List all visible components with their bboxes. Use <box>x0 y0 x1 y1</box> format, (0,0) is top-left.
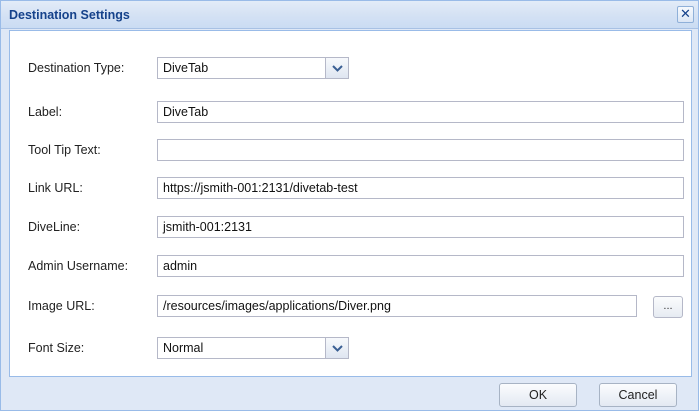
dialog-footer: OK Cancel <box>1 377 698 410</box>
chevron-down-icon <box>332 65 343 72</box>
ok-button[interactable]: OK <box>499 383 577 407</box>
close-icon: ✕ <box>680 6 691 21</box>
destination-settings-dialog: Destination Settings ✕ Destination Type:… <box>0 0 699 411</box>
label-row: Label: DiveTab <box>10 101 691 123</box>
diveline-label: DiveLine: <box>28 220 81 234</box>
font-size-dropdown-button[interactable] <box>325 337 349 359</box>
font-size-select[interactable]: Normal <box>157 337 349 359</box>
link-url-input[interactable]: https://jsmith-001:2131/divetab-test <box>157 177 684 199</box>
destination-type-label: Destination Type: <box>28 61 125 75</box>
label-input[interactable]: DiveTab <box>157 101 684 123</box>
tooltip-label: Tool Tip Text: <box>28 143 101 157</box>
label-field-label: Label: <box>28 105 63 119</box>
cancel-button[interactable]: Cancel <box>599 383 677 407</box>
admin-username-label: Admin Username: <box>28 259 129 273</box>
admin-username-input[interactable]: admin <box>157 255 684 277</box>
dialog-titlebar[interactable]: Destination Settings ✕ <box>1 1 698 29</box>
link-url-label: Link URL: <box>28 181 83 195</box>
admin-username-row: Admin Username: admin <box>10 255 691 277</box>
diveline-input[interactable]: jsmith-001:2131 <box>157 216 684 238</box>
form-panel: Destination Type: DiveTab Label: DiveTab… <box>9 30 692 377</box>
dialog-title: Destination Settings <box>9 8 130 22</box>
link-url-row: Link URL: https://jsmith-001:2131/diveta… <box>10 177 691 199</box>
tooltip-row: Tool Tip Text: <box>10 139 691 161</box>
diveline-row: DiveLine: jsmith-001:2131 <box>10 216 691 238</box>
destination-type-row: Destination Type: DiveTab <box>10 57 691 79</box>
image-url-input[interactable]: /resources/images/applications/Diver.png <box>157 295 637 317</box>
image-url-label: Image URL: <box>28 299 95 313</box>
close-button[interactable]: ✕ <box>677 6 694 23</box>
font-size-row: Font Size: Normal <box>10 337 691 359</box>
tooltip-input[interactable] <box>157 139 684 161</box>
browse-image-button[interactable]: ... <box>653 296 683 318</box>
destination-type-select[interactable]: DiveTab <box>157 57 349 79</box>
font-size-label: Font Size: <box>28 341 85 355</box>
destination-type-dropdown-button[interactable] <box>325 57 349 79</box>
chevron-down-icon <box>332 345 343 352</box>
image-url-row: Image URL: /resources/images/application… <box>10 295 691 318</box>
